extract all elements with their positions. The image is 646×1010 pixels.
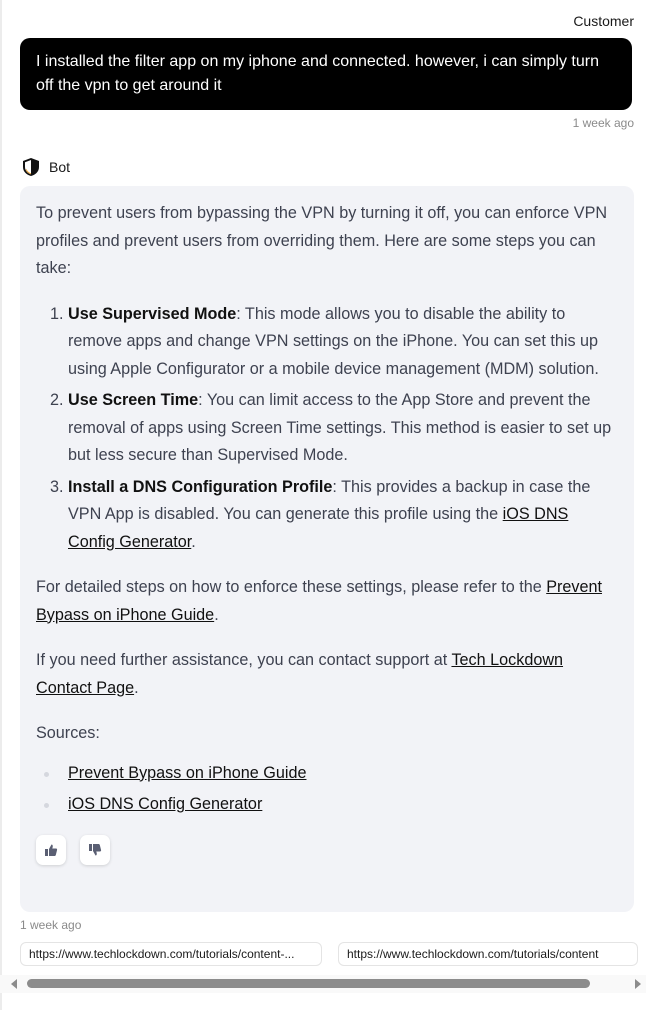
thumbs-up-button[interactable] bbox=[36, 834, 66, 865]
support-paragraph: If you need further assistance, you can … bbox=[36, 647, 618, 702]
thumbs-down-icon bbox=[89, 843, 102, 855]
bot-name: Bot bbox=[49, 159, 71, 175]
customer-timestamp: 1 week ago bbox=[572, 116, 634, 130]
horizontal-scrollbar[interactable] bbox=[0, 975, 646, 993]
sources-label: Sources: bbox=[36, 724, 100, 742]
step-title: Use Supervised Mode bbox=[68, 304, 237, 323]
sources-list: Prevent Bypass on iPhone Guide iOS DNS C… bbox=[36, 760, 618, 819]
step-item: Use Screen Time: You can limit access to… bbox=[68, 387, 618, 470]
detail-text: For detailed steps on how to enforce the… bbox=[36, 578, 547, 596]
source-link[interactable]: Prevent Bypass on iPhone Guide bbox=[68, 764, 306, 782]
scroll-left-arrow-icon[interactable] bbox=[11, 979, 17, 989]
step-title: Install a DNS Configuration Profile bbox=[68, 477, 333, 496]
support-text: If you need further assistance, you can … bbox=[36, 651, 452, 669]
bot-timestamp: 1 week ago bbox=[20, 918, 82, 932]
step-item: Use Supervised Mode: This mode allows yo… bbox=[68, 301, 618, 384]
source-item: Prevent Bypass on iPhone Guide bbox=[44, 760, 618, 788]
scrollbar-thumb[interactable] bbox=[27, 979, 590, 988]
source-chips: https://www.techlockdown.com/tutorials/c… bbox=[20, 942, 638, 966]
scroll-right-arrow-icon[interactable] bbox=[635, 979, 641, 989]
source-link[interactable]: iOS DNS Config Generator bbox=[68, 795, 262, 813]
detail-paragraph: For detailed steps on how to enforce the… bbox=[36, 574, 618, 629]
source-item: iOS DNS Config Generator bbox=[44, 791, 618, 819]
bot-message: To prevent users from bypassing the VPN … bbox=[20, 186, 634, 912]
punctuation: . bbox=[134, 678, 139, 697]
feedback-buttons bbox=[36, 834, 618, 865]
steps-list: Use Supervised Mode: This mode allows yo… bbox=[36, 301, 618, 557]
shield-icon bbox=[23, 158, 39, 176]
source-chip[interactable]: https://www.techlockdown.com/tutorials/c… bbox=[20, 942, 322, 966]
punctuation: . bbox=[191, 532, 196, 551]
thumbs-up-icon bbox=[45, 844, 58, 856]
bot-header: Bot bbox=[21, 157, 70, 177]
bot-intro: To prevent users from bypassing the VPN … bbox=[36, 204, 608, 277]
thumbs-down-button[interactable] bbox=[80, 834, 110, 865]
step-item: Install a DNS Configuration Profile: Thi… bbox=[68, 474, 618, 557]
customer-message: I installed the filter app on my iphone … bbox=[20, 38, 632, 110]
panel-border bbox=[0, 0, 2, 1010]
source-chip[interactable]: https://www.techlockdown.com/tutorials/c… bbox=[338, 942, 638, 966]
customer-label: Customer bbox=[573, 13, 634, 29]
punctuation: . bbox=[214, 605, 219, 624]
step-title: Use Screen Time bbox=[68, 391, 199, 409]
